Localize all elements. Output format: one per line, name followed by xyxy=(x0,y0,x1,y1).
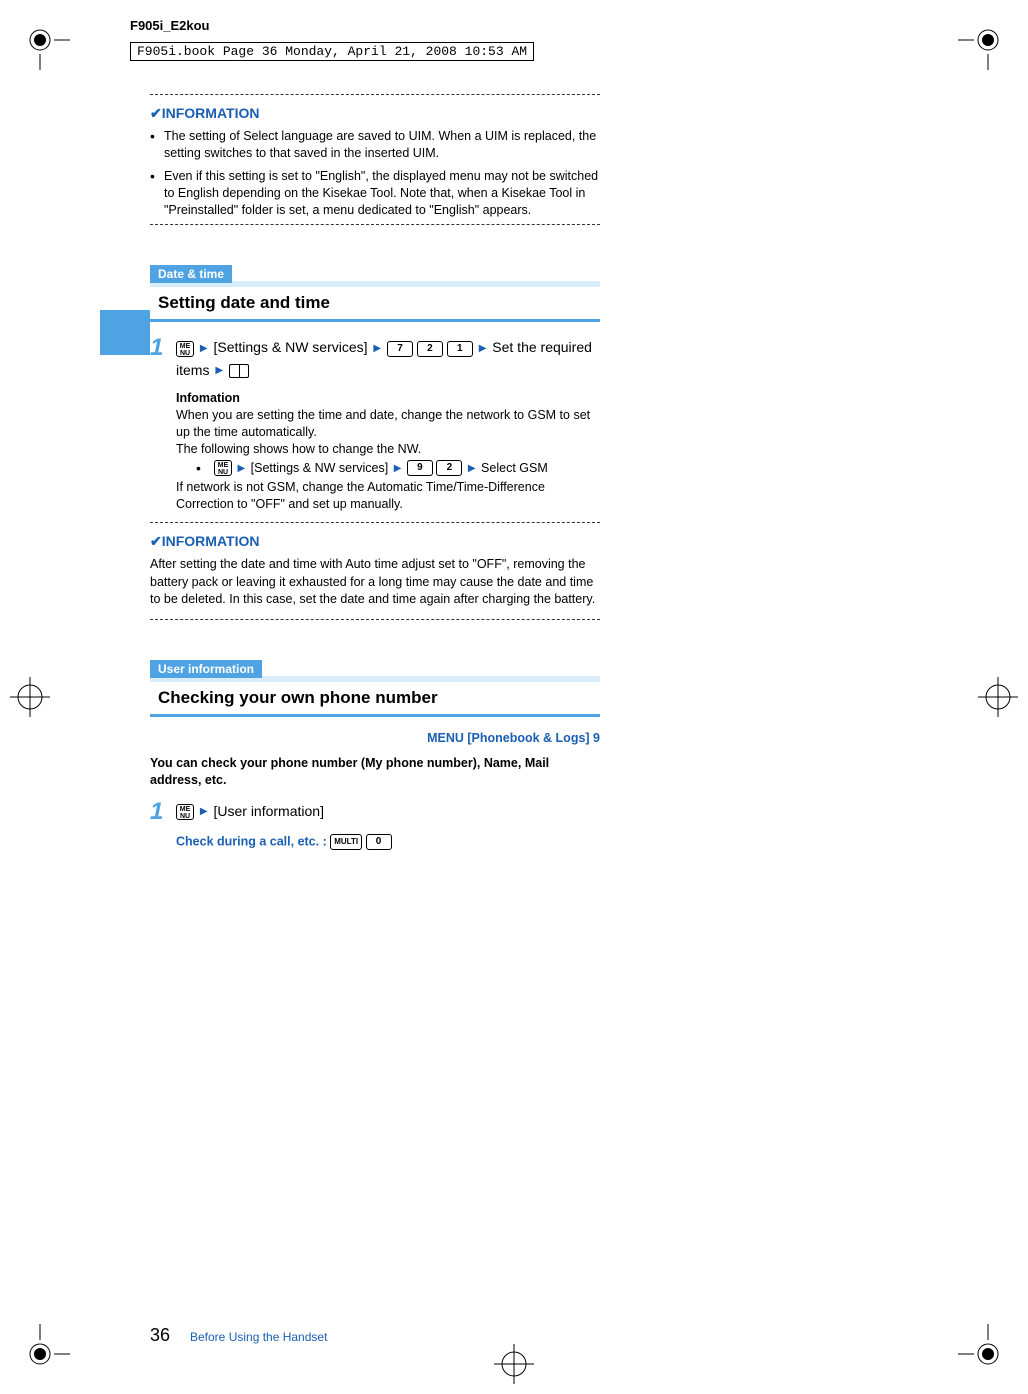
divider xyxy=(150,522,600,523)
step-body: MENU ▶ [User information] xyxy=(176,800,600,824)
info-title: INFORMATION xyxy=(162,105,260,121)
info-title: INFORMATION xyxy=(162,533,260,549)
menu-key-icon: MENU xyxy=(214,460,232,476)
sub-path: [Settings & NW services] xyxy=(251,461,389,475)
key-0: 0 xyxy=(366,834,392,850)
book-stamp: F905i.book Page 36 Monday, April 21, 200… xyxy=(130,42,534,61)
arrow-icon: ▶ xyxy=(235,462,247,476)
page-footer: Before Using the Handset xyxy=(190,1330,327,1344)
info-line: When you are setting the time and date, … xyxy=(176,407,600,441)
arrow-icon: ▶ xyxy=(371,341,383,357)
step-number-1: 1 xyxy=(150,336,176,381)
check-during-call: Check during a call, etc. : MULTI 0 xyxy=(176,834,600,850)
book-key-icon xyxy=(229,364,249,378)
menu-reference: MENU [Phonebook & Logs] 9 xyxy=(150,731,600,745)
arrow-icon: ▶ xyxy=(392,462,404,476)
info-paragraph: After setting the date and time with Aut… xyxy=(150,556,600,609)
menu-key-icon: MENU xyxy=(176,341,194,357)
section-tag: Date & time xyxy=(150,265,232,283)
key-7: 7 xyxy=(387,341,413,357)
divider xyxy=(150,619,600,620)
section-user-info: User information Checking your own phone… xyxy=(150,630,600,850)
arrow-icon: ▶ xyxy=(213,363,225,379)
section-underline xyxy=(150,319,600,322)
step-text: [Settings & NW services] xyxy=(213,339,367,355)
info-line: If network is not GSM, change the Automa… xyxy=(176,479,600,513)
step-row: 1 MENU ▶ [User information] xyxy=(150,800,600,824)
reg-mark-right xyxy=(978,677,1018,717)
key-9: 9 xyxy=(407,460,433,476)
info-bullet: Even if this setting is set to "English"… xyxy=(150,168,600,219)
crop-mark-bl xyxy=(10,1324,70,1384)
crop-mark-tl xyxy=(10,10,70,70)
information-header: ✔INFORMATION xyxy=(150,105,600,122)
divider xyxy=(150,94,600,95)
section-title: Setting date and time xyxy=(150,287,600,319)
crop-mark-tr xyxy=(958,10,1018,70)
reg-mark-left xyxy=(10,677,50,717)
key-2: 2 xyxy=(436,460,462,476)
key-2: 2 xyxy=(417,341,443,357)
check-label: Check during a call, etc. : xyxy=(176,834,330,848)
reg-mark-bottom xyxy=(494,1344,534,1384)
menu-key-icon: MENU xyxy=(176,804,194,820)
section-date-time: Date & time Setting date and time 1 MENU… xyxy=(150,235,600,512)
info-line: The following shows how to change the NW… xyxy=(176,441,600,458)
key-1: 1 xyxy=(447,341,473,357)
section-intro: You can check your phone number (My phon… xyxy=(150,755,600,790)
page-number: 36 xyxy=(150,1325,170,1346)
divider xyxy=(150,224,600,225)
infomation-body: When you are setting the time and date, … xyxy=(176,407,600,512)
info-bullet-list: The setting of Select language are saved… xyxy=(150,128,600,218)
running-head: F905i_E2kou xyxy=(130,18,210,33)
arrow-icon: ▶ xyxy=(466,462,478,476)
step-body: MENU ▶ [Settings & NW services] ▶ 7 2 1 … xyxy=(176,336,600,381)
infomation-subhead: Infomation xyxy=(176,391,600,405)
crop-mark-br xyxy=(958,1324,1018,1384)
info-sub-bullet: MENU ▶ [Settings & NW services] ▶ 9 2 ▶ … xyxy=(196,460,600,477)
arrow-icon: ▶ xyxy=(198,804,210,820)
info-bullet: The setting of Select language are saved… xyxy=(150,128,600,162)
step-number-1: 1 xyxy=(150,800,176,824)
information-header: ✔INFORMATION xyxy=(150,533,600,550)
section-title: Checking your own phone number xyxy=(150,682,600,714)
section-tag: User information xyxy=(150,660,262,678)
key-multi: MULTI xyxy=(330,834,362,850)
arrow-icon: ▶ xyxy=(198,341,210,357)
section-underline xyxy=(150,714,600,717)
step-text: [User information] xyxy=(213,803,323,819)
step-row: 1 MENU ▶ [Settings & NW services] ▶ 7 2 … xyxy=(150,336,600,381)
tab-marker xyxy=(100,310,150,355)
sub-tail: Select GSM xyxy=(481,461,548,475)
arrow-icon: ▶ xyxy=(477,341,489,357)
